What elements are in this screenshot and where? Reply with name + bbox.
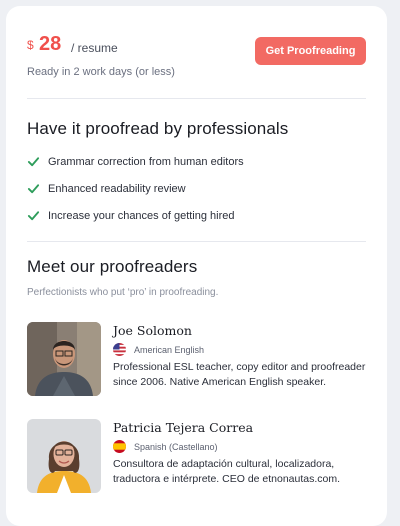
proofreader-card: Patricia Tejera Correa Spanish (Castella… [27, 419, 372, 493]
us-flag-icon [113, 343, 126, 356]
proofreader-bio: Professional ESL teacher, copy editor an… [113, 361, 366, 388]
proofreader-photo [27, 322, 101, 396]
get-proofreading-button[interactable]: Get Proofreading [255, 37, 366, 65]
feature-label: Enhanced readability review [48, 182, 186, 195]
check-icon [27, 211, 40, 221]
features-title: Have it proofread by professionals [27, 119, 289, 138]
price-currency: $ [27, 38, 34, 52]
price-unit: / resume [71, 41, 118, 55]
feature-item: Increase your chances of getting hired [27, 202, 244, 229]
spain-flag-icon [113, 440, 126, 453]
proofreader-name: Patricia Tejera Correa [113, 420, 254, 435]
proofreader-bio: Consultora de adaptación cultural, local… [113, 458, 341, 485]
check-icon [27, 157, 40, 167]
divider [27, 98, 366, 99]
proofreader-language: Spanish (Castellano) [134, 442, 218, 452]
feature-list: Grammar correction from human editors En… [27, 148, 244, 229]
feature-item: Grammar correction from human editors [27, 148, 244, 175]
feature-label: Grammar correction from human editors [48, 155, 244, 168]
proofreader-name: Joe Solomon [113, 323, 192, 338]
divider [27, 241, 366, 242]
proofreader-language: American English [134, 345, 205, 355]
proofreader-photo [27, 419, 101, 493]
check-icon [27, 184, 40, 194]
proofreaders-subtitle: Perfectionists who put ‘pro’ in proofrea… [27, 287, 219, 298]
feature-label: Increase your chances of getting hired [48, 209, 235, 222]
proofreaders-title: Meet our proofreaders [27, 257, 198, 276]
proofreader-card: Joe Solomon American English Professiona… [27, 322, 372, 396]
price-amount: 28 [39, 33, 62, 55]
feature-item: Enhanced readability review [27, 175, 244, 202]
delivery-time: Ready in 2 work days (or less) [27, 66, 175, 78]
pricing-card: $ 28 / resume Ready in 2 work days (or l… [6, 6, 387, 526]
